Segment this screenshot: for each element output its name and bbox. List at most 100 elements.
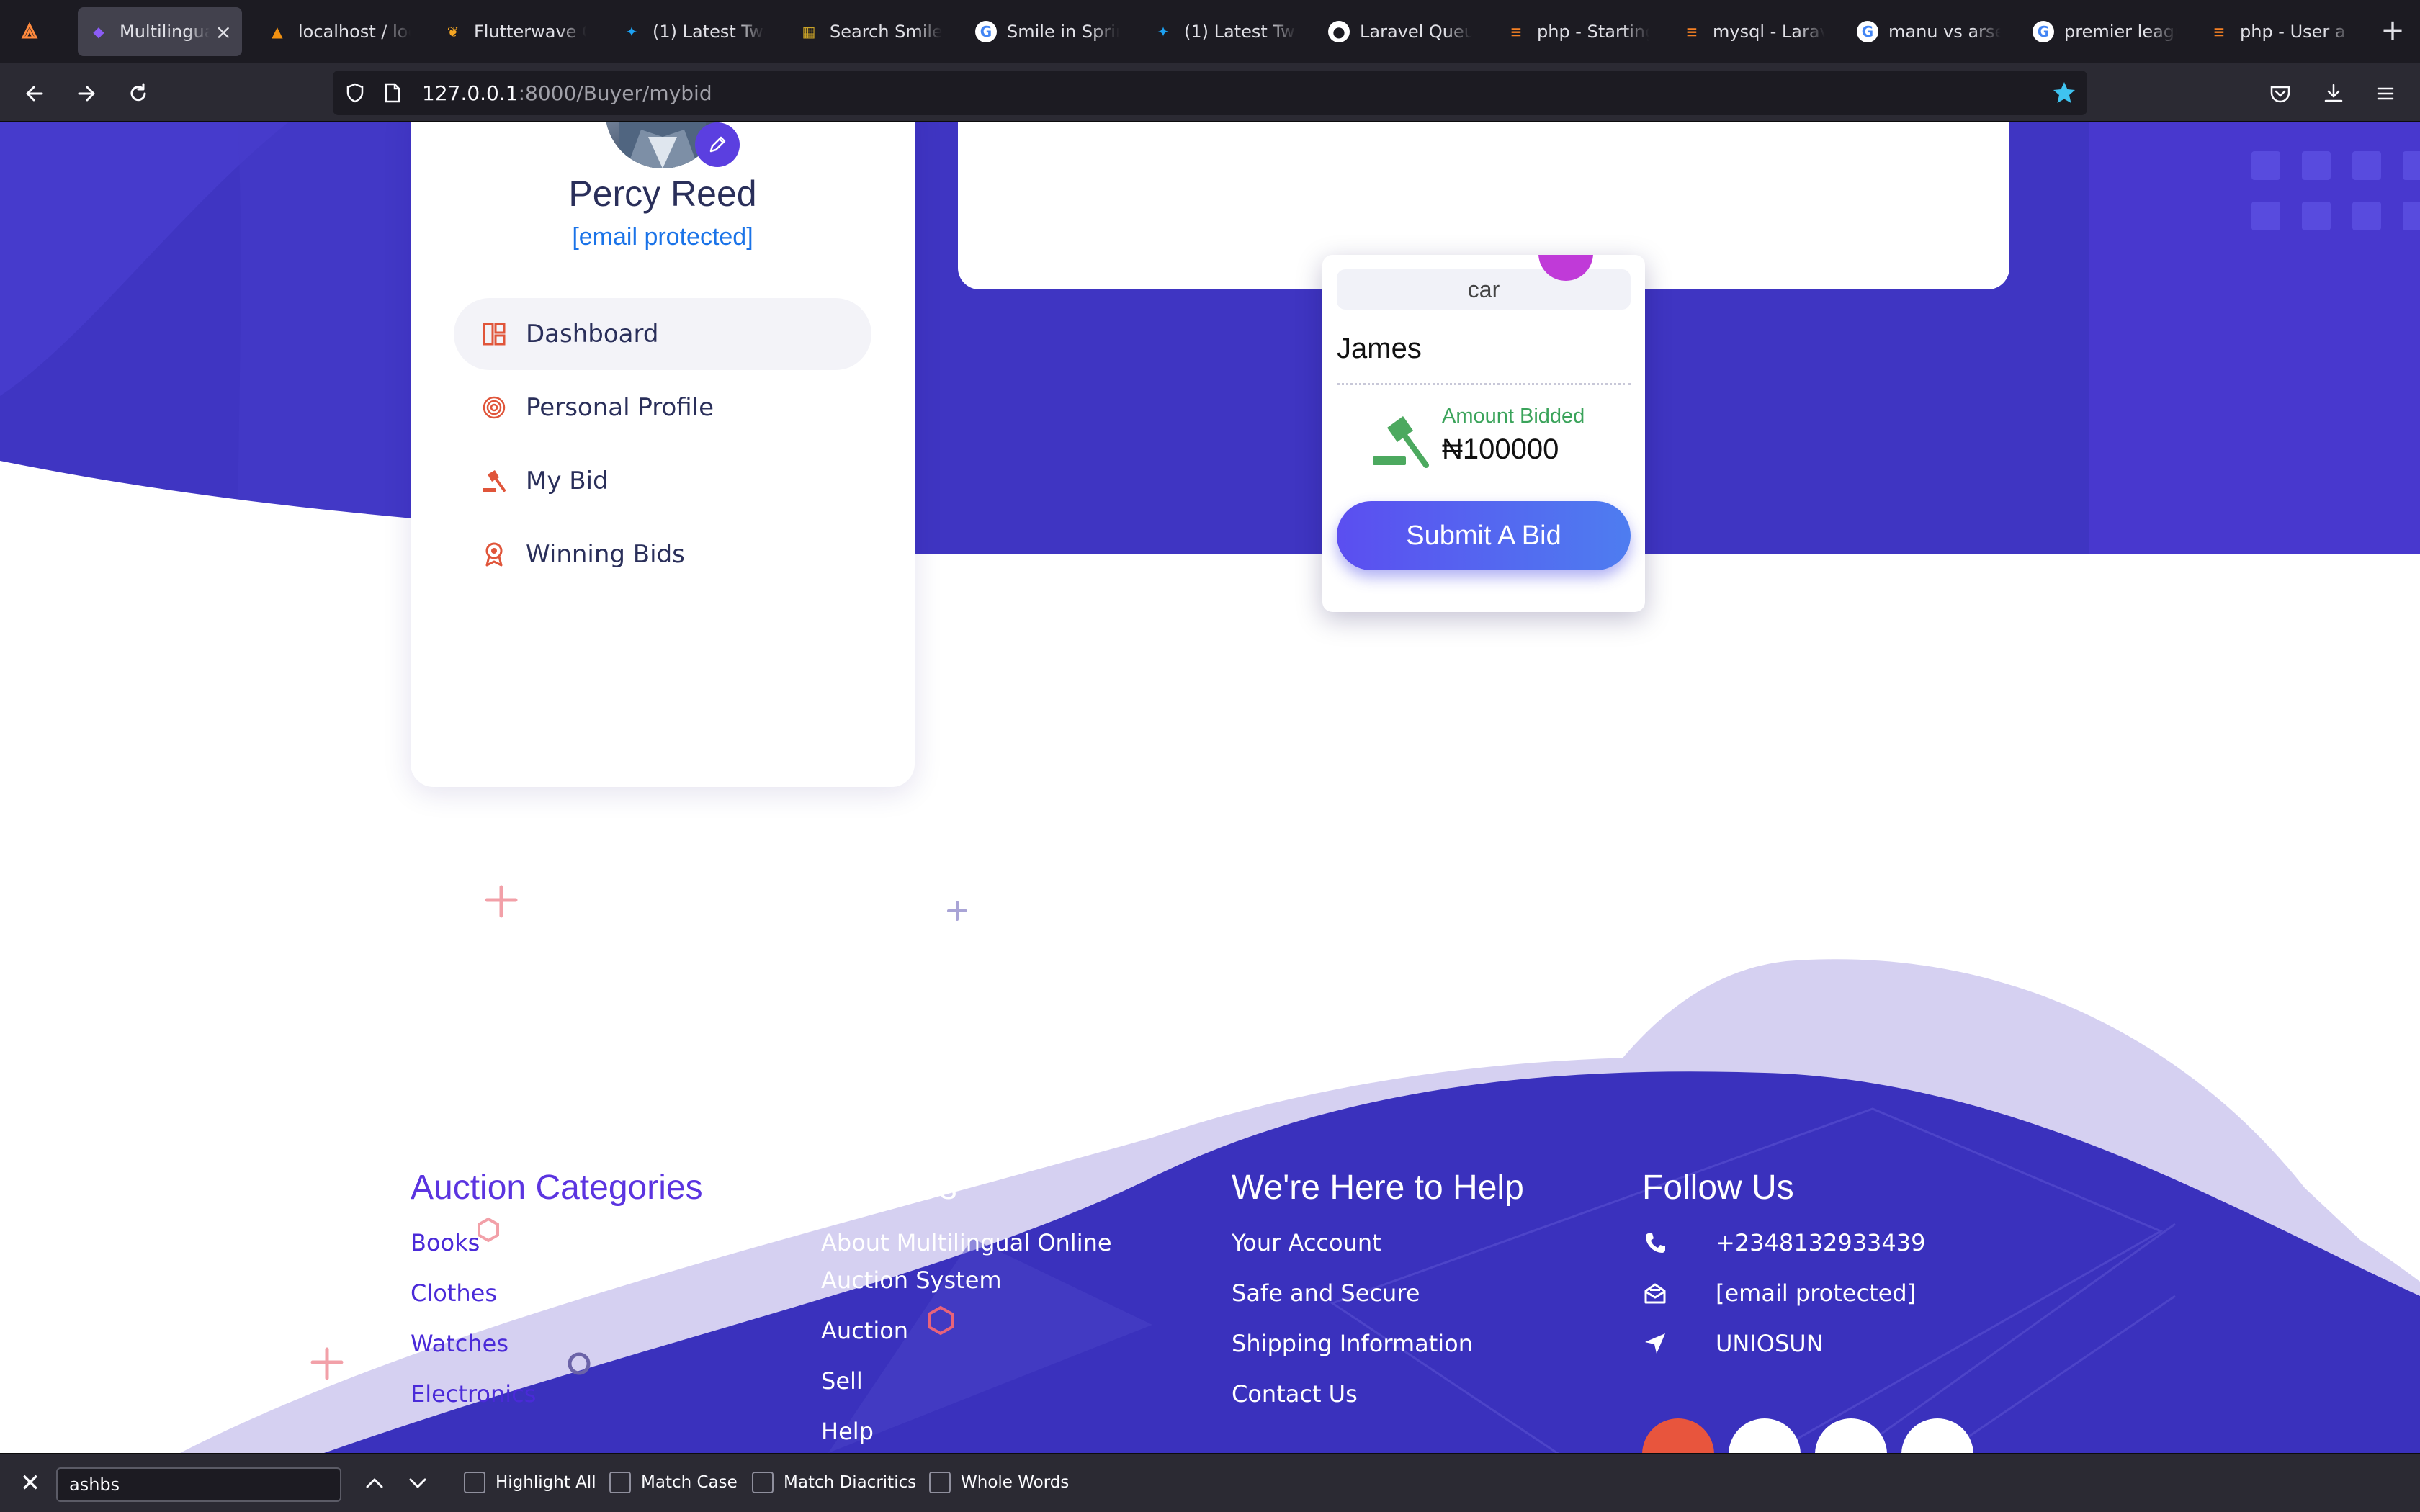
phone-icon — [1642, 1230, 1668, 1256]
sidebar-item-winning-bids[interactable]: Winning Bids — [454, 518, 871, 590]
footer-categories-column: Auction Categories Books Clothes Watches… — [411, 1166, 799, 1426]
footer-link-shipping[interactable]: Shipping Information — [1232, 1325, 1599, 1362]
forward-button[interactable] — [71, 78, 102, 109]
stackoverflow-icon: ≡ — [1685, 23, 1698, 40]
browser-tab[interactable]: ≡ php - User a {{ — [2198, 7, 2362, 56]
new-tab-button[interactable]: + — [2377, 14, 2408, 46]
tab-title: premier league — [2064, 22, 2177, 42]
google-icon: G — [2033, 21, 2054, 42]
stackoverflow-icon: ≡ — [1510, 23, 1523, 40]
amount-value: ₦100000 — [1442, 433, 1559, 465]
match-diacritics-checkbox[interactable]: Match Diacritics — [752, 1472, 916, 1493]
browser-tab[interactable]: G Smile in Spring — [965, 7, 1129, 56]
url-host: 127.0.0.1 — [422, 81, 519, 105]
checkbox[interactable] — [609, 1472, 631, 1493]
sidebar-item-personal-profile[interactable]: Personal Profile — [454, 372, 871, 444]
pocket-button[interactable] — [2264, 78, 2296, 109]
browser-tab[interactable]: ✦ (1) Latest Tweets — [1142, 7, 1307, 56]
find-input[interactable] — [56, 1467, 341, 1502]
app-menu-button[interactable] — [2370, 78, 2401, 109]
address-bar[interactable]: 127.0.0.1:8000/Buyer/mybid — [333, 71, 2087, 115]
browser-tab[interactable]: ▲ localhost / localhost — [256, 7, 421, 56]
option-label: Highlight All — [496, 1473, 596, 1492]
footer-heading: We're Here to Help — [1232, 1169, 1524, 1207]
browser-tab[interactable]: Gpremier league — [2022, 7, 2187, 56]
page-content: Percy Reed [email protected] Dashboard P… — [0, 122, 2420, 1453]
downloads-button[interactable] — [2318, 78, 2349, 109]
tab-title: (1) Latest Tweets — [653, 22, 765, 42]
stackoverflow-icon: ≡ — [2213, 23, 2226, 40]
contact-email-text[interactable]: [email protected] — [1716, 1279, 1916, 1307]
url-path: :8000/Buyer/mybid — [518, 81, 712, 105]
close-tab-icon[interactable]: × — [215, 20, 232, 44]
footer-follow-column: Follow Us +2348132933439 [email protecte… — [1642, 1166, 2031, 1375]
footer-heading: Auction Categories — [411, 1169, 703, 1207]
whole-words-checkbox[interactable]: Whole Words — [929, 1472, 1069, 1493]
footer-link-sell[interactable]: Sell — [821, 1362, 1188, 1400]
footer-heading: Follow Us — [1642, 1169, 1794, 1207]
contact-email: [email protected] — [1642, 1274, 2031, 1312]
tab-title: php - User a {{ — [2240, 22, 2352, 42]
footer-link-safe-secure[interactable]: Safe and Secure — [1232, 1274, 1599, 1312]
sidebar-item-dashboard[interactable]: Dashboard — [454, 298, 871, 370]
profile-card: Percy Reed [email protected] Dashboard P… — [411, 122, 915, 787]
tab-title: Laravel Queue — [1360, 22, 1472, 42]
contact-location-text: UNIOSUN — [1716, 1330, 1824, 1357]
pocket-icon — [2270, 86, 2290, 103]
envelope-open-icon — [1642, 1280, 1668, 1306]
tab-title: (1) Latest Tweets — [1184, 22, 1296, 42]
browser-tab[interactable]: Gmanu vs arsenal — [1847, 7, 2011, 56]
footer-link-your-account[interactable]: Your Account — [1232, 1224, 1599, 1261]
footer-link-clothes[interactable]: Clothes — [411, 1274, 778, 1312]
award-icon — [481, 541, 507, 567]
footer-link-contact[interactable]: Contact Us — [1232, 1375, 1599, 1413]
match-case-checkbox[interactable]: Match Case — [609, 1472, 738, 1493]
highlight-all-checkbox[interactable]: Highlight All — [464, 1472, 596, 1493]
arrow-left-icon — [26, 86, 43, 102]
avatar-edit-button[interactable] — [695, 122, 740, 167]
reload-button[interactable] — [122, 78, 154, 109]
tab-title: Multilingual Online Auction System — [120, 22, 210, 42]
close-icon[interactable]: ✕ — [16, 1469, 45, 1498]
checkbox[interactable] — [752, 1472, 774, 1493]
footer-link-help[interactable]: Help — [821, 1413, 1188, 1450]
star-icon[interactable] — [2051, 80, 2077, 106]
page-icon[interactable] — [383, 82, 402, 104]
chevron-down-icon[interactable] — [403, 1469, 432, 1498]
url-text[interactable]: 127.0.0.1:8000/Buyer/mybid — [422, 81, 712, 105]
card-divider — [1337, 383, 1631, 385]
plus-decoration-icon — [947, 901, 967, 921]
footer-help-column: We're Here to Help Your Account Safe and… — [1232, 1166, 1621, 1426]
footer-link-watches[interactable]: Watches — [411, 1325, 778, 1362]
submit-bid-button[interactable]: Submit A Bid — [1337, 501, 1631, 570]
sidebar-item-label: Dashboard — [526, 320, 659, 348]
contact-phone: +2348132933439 — [1642, 1224, 2031, 1261]
chevron-up-icon[interactable] — [360, 1469, 389, 1498]
browser-tab[interactable]: ≡ mysql - Laravel — [1671, 7, 1835, 56]
footer-link-books[interactable]: Books — [411, 1224, 778, 1261]
download-icon — [2324, 84, 2343, 102]
browser-tab[interactable]: ❦ Flutterwave Checkout — [432, 7, 596, 56]
checkbox[interactable] — [464, 1472, 485, 1493]
profile-email[interactable]: [email protected] — [411, 223, 915, 251]
browser-tab[interactable]: ▦ Search Smile in Spring — [788, 7, 952, 56]
back-button[interactable] — [19, 78, 50, 109]
contact-phone-text[interactable]: +2348132933439 — [1716, 1229, 1925, 1256]
footer-link-auction[interactable]: Auction — [821, 1312, 1188, 1349]
browser-tab[interactable]: ● Laravel Queue — [1318, 7, 1482, 56]
item-owner-name: James — [1337, 333, 1422, 364]
reload-icon — [130, 83, 146, 102]
footer-background — [180, 959, 2420, 1453]
checkbox[interactable] — [929, 1472, 951, 1493]
sidebar-item-my-bid[interactable]: My Bid — [454, 445, 871, 517]
browser-tab[interactable]: ≡ php - Starting — [1495, 7, 1659, 56]
firefox-view-icon[interactable] — [19, 20, 40, 42]
hamburger-menu-icon — [2377, 87, 2394, 100]
browser-tab[interactable]: ◆ Multilingual Online Auction System× — [78, 7, 242, 56]
shield-icon[interactable] — [344, 82, 366, 104]
footer-link-about[interactable]: About Multilingual Online Auction System — [821, 1224, 1188, 1299]
multilingual-app-icon: ◆ — [93, 23, 104, 40]
footer-link-electronics[interactable]: Electronics — [411, 1375, 778, 1413]
plus-decoration-icon — [310, 1347, 344, 1380]
browser-tab[interactable]: ✦ (1) Latest Tweets — [611, 7, 775, 56]
